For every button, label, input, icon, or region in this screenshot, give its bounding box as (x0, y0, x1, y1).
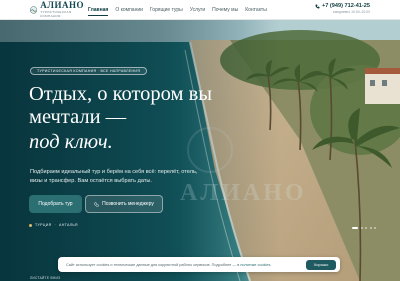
find-tour-button[interactable]: Подобрать тур (29, 195, 82, 213)
hero-badge: ТУРИСТИЧЕСКАЯ КОМПАНИЯ · ВСЕ НАПРАВЛЕНИЯ (30, 67, 148, 75)
cookie-banner: Сайт использует cookies и технические да… (58, 257, 340, 272)
breadcrumb-city: АНТАЛЬЯ (59, 223, 78, 227)
wave-logo-icon (30, 5, 38, 14)
nav-item-hot-tours[interactable]: Горящие туры (150, 0, 183, 20)
breadcrumb-separator: · (54, 223, 57, 227)
location-dot-icon (29, 223, 32, 227)
phone-number: +7 (949) 712-41-25 (321, 3, 370, 9)
location-breadcrumb: ТУРЦИЯ · АНТАЛЬЯ (29, 223, 78, 227)
slider-dots (350, 227, 376, 229)
hero-title: Отдых, о котором вы мечтали — (29, 83, 213, 128)
main-nav: Главная О компании Горящие туры Услуги П… (88, 0, 274, 20)
slider-dot[interactable] (369, 227, 372, 229)
slider-dot[interactable] (360, 227, 363, 229)
phone-icon (315, 4, 320, 9)
cookie-message: Сайт использует cookies и технические да… (66, 262, 241, 267)
call-manager-label: Позвонить менеджеру (102, 201, 154, 207)
logo-text: АЛИАНО (40, 0, 84, 10)
site-header: АЛИАНО ТУРИСТИЧЕСКАЯ КОМПАНИЯ Главная О … (0, 0, 400, 20)
nav-item-about[interactable]: О компании (115, 0, 143, 20)
logo-subtitle: ТУРИСТИЧЕСКАЯ КОМПАНИЯ (40, 10, 72, 18)
nav-item-contacts[interactable]: Контакты (245, 0, 267, 20)
breadcrumb-country: ТУРЦИЯ (35, 223, 52, 227)
phone-icon (94, 201, 99, 207)
slider-dot[interactable] (352, 227, 358, 229)
hero-title-accent: под ключ. (29, 131, 113, 153)
cookie-accept-button[interactable]: Хорошо (306, 259, 336, 270)
cookie-message-end: . (270, 262, 272, 267)
call-manager-button[interactable]: Позвонить менеджеру (85, 195, 163, 213)
nav-item-home[interactable]: Главная (88, 0, 109, 20)
cookie-text: Сайт использует cookies и технические да… (66, 263, 306, 267)
work-hours: ежедневно 10:00–20:00 (332, 10, 370, 14)
nav-item-why-us[interactable]: Почему мы (212, 0, 238, 20)
logo[interactable]: АЛИАНО ТУРИСТИЧЕСКАЯ КОМПАНИЯ (30, 1, 84, 18)
nav-item-services[interactable]: Услуги (190, 0, 205, 20)
slider-dot[interactable] (374, 227, 376, 229)
phone-link[interactable]: +7 (949) 712-41-25 (315, 3, 370, 9)
cookie-policy-link[interactable]: политике cookies (240, 263, 270, 267)
header-contact: +7 (949) 712-41-25 ежедневно 10:00–20:00 (315, 3, 370, 14)
scroll-hint: ЛИСТАЙТЕ ВНИЗ (30, 276, 61, 280)
hero-subtitle: Подбираем идеальный тур и берём на себя … (30, 169, 198, 184)
slider-dot[interactable] (365, 227, 367, 229)
